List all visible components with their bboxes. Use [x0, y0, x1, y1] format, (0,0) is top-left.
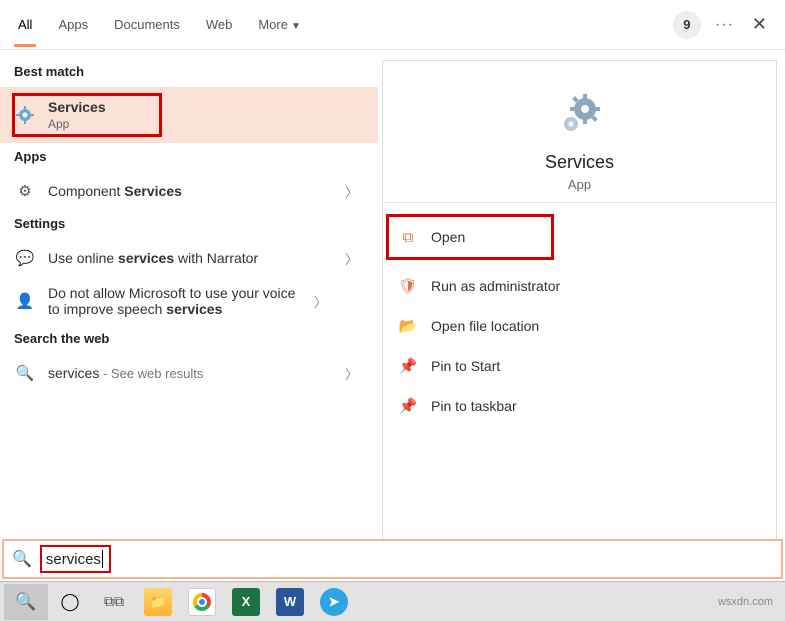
services-large-icon	[555, 89, 605, 139]
tab-documents[interactable]: Documents	[110, 2, 184, 47]
filter-tab-bar: All Apps Documents Web More▼ 9 ··· ✕	[0, 0, 785, 50]
chevron-right-icon[interactable]: 〉	[308, 292, 333, 311]
watermark-text: wsxdn.com	[718, 596, 781, 608]
chevron-right-icon[interactable]: 〉	[339, 182, 364, 201]
result-speech-services[interactable]: 👤 Do not allow Microsoft to use your voi…	[0, 277, 378, 325]
search-input[interactable]: services	[40, 545, 111, 573]
result-component-services[interactable]: ⚙ Component Services 〉	[0, 172, 378, 210]
taskbar-task-view-button[interactable]: ⧉⧉	[92, 584, 136, 620]
search-icon: 🔍	[12, 549, 32, 569]
taskbar-word[interactable]: W	[268, 584, 312, 620]
action-pin-to-taskbar[interactable]: 📌 Pin to taskbar	[389, 386, 770, 426]
taskbar-cortana-button[interactable]: ◯	[48, 584, 92, 620]
action-open-file-location[interactable]: 📂 Open file location	[389, 306, 770, 346]
search-icon: 🔍	[14, 362, 36, 384]
chevron-down-icon: ▼	[291, 21, 301, 32]
result-title: Services	[48, 99, 364, 115]
section-best-match: Best match	[0, 58, 378, 87]
open-icon: ⧉	[397, 226, 419, 248]
section-settings: Settings	[0, 210, 378, 239]
tab-apps[interactable]: Apps	[54, 2, 92, 47]
chevron-right-icon[interactable]: 〉	[339, 249, 364, 268]
result-narrator-services[interactable]: 💬 Use online services with Narrator 〉	[0, 239, 378, 277]
component-services-icon: ⚙	[14, 180, 36, 202]
taskbar-telegram[interactable]: ➤	[312, 584, 356, 620]
taskbar: 🔍 ◯ ⧉⧉ 📁 X W ➤ wsxdn.com	[0, 581, 785, 621]
action-pin-to-start[interactable]: 📌 Pin to Start	[389, 346, 770, 386]
section-apps: Apps	[0, 143, 378, 172]
detail-title: Services	[383, 152, 776, 173]
taskbar-search-button[interactable]: 🔍	[4, 584, 48, 620]
section-search-web: Search the web	[0, 325, 378, 354]
narrator-icon: 💬	[14, 247, 36, 269]
action-open[interactable]: ⧉ Open	[386, 214, 554, 260]
admin-shield-icon: 🛡	[397, 275, 419, 297]
close-icon[interactable]: ✕	[748, 14, 771, 35]
detail-panel: Services App ⧉ Open 🛡 Run as administrat…	[382, 60, 777, 540]
speech-icon: 👤	[14, 290, 36, 312]
tab-all[interactable]: All	[14, 2, 36, 47]
result-subtitle: App	[48, 117, 364, 131]
search-bar[interactable]: 🔍 services	[2, 539, 783, 579]
text-cursor	[102, 550, 103, 568]
more-options-icon[interactable]: ···	[715, 16, 734, 34]
result-services-app[interactable]: Services App	[0, 87, 378, 143]
folder-icon: 📂	[397, 315, 419, 337]
action-run-as-admin[interactable]: 🛡 Run as administrator	[389, 266, 770, 306]
pin-icon: 📌	[397, 395, 419, 417]
chevron-right-icon[interactable]: 〉	[339, 364, 364, 383]
taskbar-excel[interactable]: X	[224, 584, 268, 620]
tab-more[interactable]: More▼	[254, 2, 305, 47]
rewards-badge[interactable]: 9	[673, 11, 701, 39]
taskbar-file-explorer[interactable]: 📁	[136, 584, 180, 620]
detail-subtitle: App	[383, 177, 776, 192]
services-gear-icon	[14, 104, 36, 126]
result-web-services[interactable]: 🔍 services - See web results 〉	[0, 354, 378, 392]
tab-web[interactable]: Web	[202, 2, 237, 47]
pin-icon: 📌	[397, 355, 419, 377]
results-panel: Best match Services App Apps ⚙ Component…	[0, 50, 378, 550]
taskbar-chrome[interactable]	[180, 584, 224, 620]
